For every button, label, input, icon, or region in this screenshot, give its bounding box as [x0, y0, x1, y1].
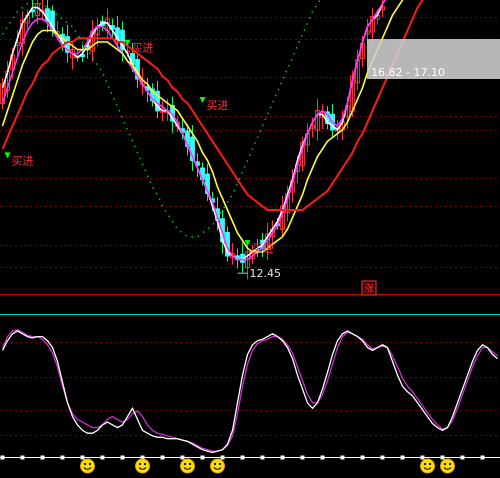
price-series-line: [1, 0, 321, 238]
tooltip-text: 16.82 - 17.10: [371, 66, 445, 79]
oscillator-line: [1, 330, 498, 454]
candlestick-series: [0, 0, 385, 280]
oscillator-lines: [1, 329, 498, 454]
smiley-icon: [440, 458, 455, 474]
baseline-dot: [180, 455, 185, 460]
baseline-dot: [120, 455, 125, 460]
baseline-dot: [260, 455, 265, 460]
smiley-icon: [135, 458, 150, 474]
baseline-dot: [420, 455, 425, 460]
baseline-dot: [280, 455, 285, 460]
baseline-dot: [20, 455, 25, 460]
baseline-dot: [460, 455, 465, 460]
baseline-dot: [240, 455, 245, 460]
smiley-eye: [423, 462, 427, 466]
buy-signal-label: 买进: [252, 242, 274, 255]
price-tooltip[interactable]: 16.82 - 17.10: [367, 39, 500, 79]
baseline-dot: [340, 455, 345, 460]
chart-stage: 买进买进买进买进 12.45 16.82 - 17.10 涨: [0, 0, 500, 474]
smiley-eye: [88, 462, 92, 466]
smiley-eye: [428, 462, 432, 466]
buy-signal-label: 买进: [12, 154, 34, 167]
baseline-dot: [160, 455, 165, 460]
smiley-icon: [180, 458, 195, 474]
smiley-eye: [83, 462, 87, 466]
oscillator-baseline: [0, 455, 500, 460]
smiley-icon: [80, 458, 95, 474]
baseline-dot: [0, 455, 5, 460]
smiley-eye: [188, 462, 192, 466]
rise-badge-text: 涨: [364, 283, 374, 295]
rise-badge[interactable]: 涨: [361, 280, 377, 296]
buy-signal-arrow: [4, 152, 11, 159]
smiley-eye: [443, 462, 447, 466]
smiley-icon: [210, 458, 225, 474]
baseline-dot: [60, 455, 65, 460]
baseline-dot: [360, 455, 365, 460]
smiley-eye: [448, 462, 452, 466]
baseline-dot: [100, 455, 105, 460]
baseline-dot: [320, 455, 325, 460]
buy-signal-label: 买进: [207, 99, 229, 112]
low-price-label: 12.45: [250, 267, 282, 280]
price-moving-averages: [1, 0, 424, 261]
low-price-marker: 12.45: [237, 267, 282, 280]
baseline-dot: [200, 455, 205, 460]
buy-signal-label: 买进: [132, 42, 154, 55]
baseline-dot: [380, 455, 385, 460]
baseline-dot: [400, 455, 405, 460]
buy-signal-arrow: [199, 97, 206, 103]
oscillator-line: [1, 329, 498, 452]
baseline-dot: [80, 455, 85, 460]
smiley-eye: [213, 462, 217, 466]
smiley-eye: [138, 462, 142, 466]
smiley-eye: [218, 462, 222, 466]
smiley-markers: [80, 458, 455, 474]
smiley-eye: [143, 462, 147, 466]
baseline-dot: [440, 455, 445, 460]
baseline-dot: [40, 455, 45, 460]
baseline-dot: [480, 455, 485, 460]
smiley-eye: [183, 462, 187, 466]
baseline-dot: [220, 455, 225, 460]
smiley-icon: [420, 458, 435, 474]
baseline-dot: [300, 455, 305, 460]
